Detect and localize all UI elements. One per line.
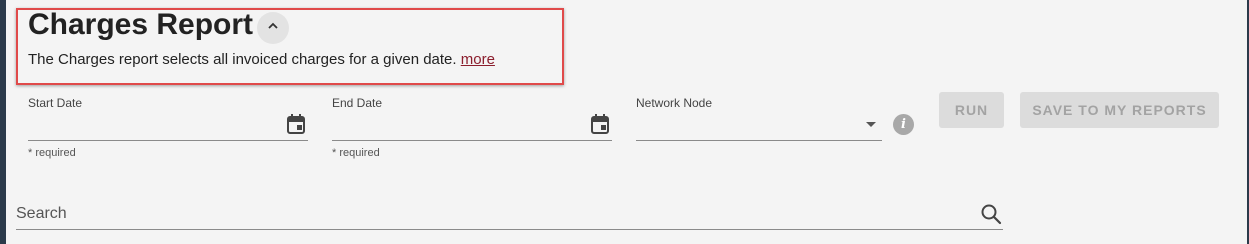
- calendar-icon[interactable]: [590, 114, 610, 134]
- start-date-field[interactable]: Start Date: [28, 96, 308, 141]
- end-date-hint: * required: [332, 147, 380, 159]
- start-date-label: Start Date: [28, 96, 83, 110]
- run-button[interactable]: RUN: [939, 92, 1004, 128]
- more-link[interactable]: more: [461, 51, 495, 68]
- network-node-underline: [636, 140, 882, 141]
- end-date-underline: [332, 140, 612, 141]
- end-date-label: End Date: [332, 96, 383, 110]
- network-node-label: Network Node: [636, 96, 713, 110]
- report-description: The Charges report selects all invoiced …: [28, 51, 495, 69]
- search-icon[interactable]: [980, 203, 1002, 225]
- search-field[interactable]: [16, 200, 1003, 230]
- search-input[interactable]: [16, 200, 976, 228]
- info-icon[interactable]: i: [893, 114, 914, 135]
- dropdown-arrow-icon[interactable]: [866, 122, 876, 127]
- start-date-hint: * required: [28, 147, 76, 159]
- chevron-up-icon: [266, 19, 280, 38]
- page-title: Charges Report: [28, 8, 254, 41]
- collapse-button[interactable]: [257, 12, 289, 44]
- window-left-edge: [0, 0, 6, 244]
- calendar-icon[interactable]: [286, 114, 306, 134]
- search-underline: [16, 229, 1003, 230]
- save-to-my-reports-button[interactable]: SAVE TO MY REPORTS: [1020, 92, 1219, 128]
- end-date-field[interactable]: End Date: [332, 96, 612, 141]
- description-text: The Charges report selects all invoiced …: [28, 51, 457, 68]
- start-date-underline: [28, 140, 308, 141]
- network-node-select[interactable]: Network Node: [636, 96, 882, 141]
